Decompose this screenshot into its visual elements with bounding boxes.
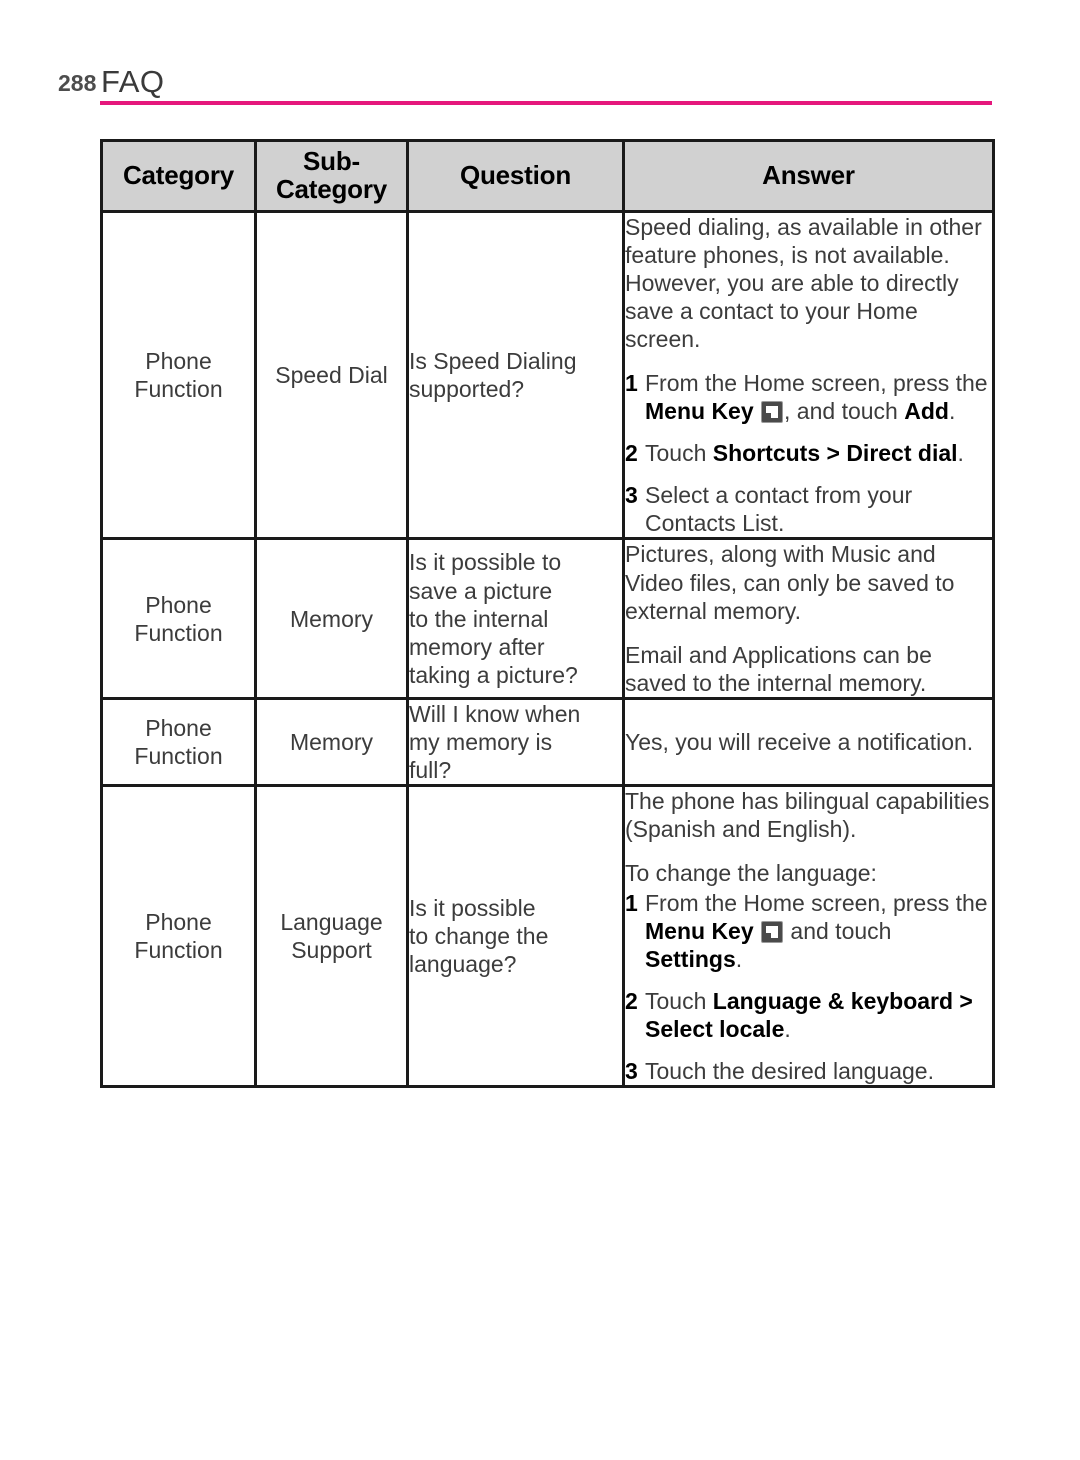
cell-category: Phone Function <box>100 209 257 541</box>
answer-step: 1 From the Home screen, press the Menu Ke… <box>625 369 992 425</box>
step-text-mid: and touch <box>784 918 892 945</box>
step-text-pre: Touch <box>645 988 713 1015</box>
step-number: 3 <box>625 1058 638 1085</box>
subcategory-label: Speed Dial <box>275 362 388 389</box>
answer-step: 1 From the Home screen, press the Menu Ke… <box>625 889 992 973</box>
answer-paragraph: Yes, you will receive a notification. <box>625 728 974 755</box>
step-bold-menu-key: Menu Key <box>645 918 754 945</box>
column-header-answer-label: Answer <box>762 160 855 191</box>
answer-step: 3 Touch the desired language. <box>625 1057 992 1085</box>
cell-answer: Pictures, along with Music and Video fil… <box>622 537 995 700</box>
menu-key-icon <box>761 401 784 424</box>
answer-paragraph: To change the language: <box>625 859 877 886</box>
cell-category: Phone Function <box>100 783 257 1089</box>
column-header-category: Category <box>100 139 257 213</box>
answer-step: 3 Select a contact from your Contacts Lis… <box>625 481 992 537</box>
category-line2: Function <box>134 742 223 769</box>
question-line2: save a picture <box>409 577 553 604</box>
category-line2: Function <box>134 376 223 403</box>
category-line2: Function <box>134 937 223 964</box>
step-number: 1 <box>625 370 638 397</box>
question-line4: memory after <box>409 633 545 660</box>
cell-question: Is it possible to save a picture to the … <box>406 537 625 700</box>
cell-answer: Speed dialing, as available in other fea… <box>622 209 995 541</box>
column-header-category-label: Category <box>122 160 235 191</box>
page-header: 288 FAQ <box>0 0 1080 110</box>
step-bold-menu-key: Menu Key <box>645 398 754 425</box>
table-row: Phone Function Language Support Is it po… <box>100 783 995 1089</box>
question-line2: to change the <box>409 923 549 950</box>
step-text-pre: Select a contact from your Contacts List… <box>645 482 913 537</box>
cell-subcategory: Memory <box>254 537 409 700</box>
category-line1: Phone <box>145 348 212 375</box>
cell-category: Phone Function <box>100 537 257 700</box>
subcategory-line1: Language <box>280 909 383 935</box>
cell-question: Is it possible to change the language? <box>406 783 625 1089</box>
answer-step: 2 Touch Shortcuts > Direct dial. <box>625 439 992 467</box>
question-line5: taking a picture? <box>409 661 578 688</box>
menu-key-icon <box>761 921 784 944</box>
cell-subcategory: Language Support <box>254 783 409 1089</box>
question-line3: to the internal <box>409 605 549 632</box>
step-bold-settings: Settings <box>645 946 736 973</box>
step-text-pre: From the Home screen, press the <box>645 889 988 916</box>
cell-answer: The phone has bilingual capabilities (Sp… <box>622 783 995 1089</box>
question-line1: Is it possible to <box>409 549 562 576</box>
column-header-subcategory: Sub- Category <box>254 139 409 213</box>
step-number: 2 <box>625 988 638 1015</box>
step-bold-shortcuts: Shortcuts > Direct dial <box>712 440 958 467</box>
step-text-pre: From the Home screen, press the <box>645 370 988 397</box>
column-header-question: Question <box>406 139 625 213</box>
question-line2: my memory is <box>409 728 553 755</box>
answer-intro: Speed dialing, as available in other fea… <box>625 214 982 353</box>
column-header-question-label: Question <box>459 160 572 191</box>
question-line2: supported? <box>409 376 525 403</box>
category-line2: Function <box>134 619 223 646</box>
cell-category: Phone Function <box>100 696 257 787</box>
step-number: 2 <box>625 440 638 467</box>
table-row: Phone Function Memory Is it possible to … <box>100 537 995 700</box>
answer-paragraph: Pictures, along with Music and Video fil… <box>625 541 955 624</box>
table-row: Phone Function Speed Dial Is Speed Diali… <box>100 209 995 541</box>
subcategory-label: Memory <box>289 728 374 755</box>
step-text-pre: Touch the desired language. <box>645 1058 934 1085</box>
answer-step: 2 Touch Language & keyboard > Select loca… <box>625 987 992 1043</box>
column-header-answer: Answer <box>622 139 995 213</box>
step-text-post: . <box>957 440 964 467</box>
question-line1: Is it possible <box>409 894 536 921</box>
column-header-subcategory-line1: Sub- <box>303 146 360 177</box>
step-text-pre: Touch <box>645 440 713 467</box>
step-number: 3 <box>625 482 638 509</box>
cell-question: Will I know when my memory is full? <box>406 696 625 787</box>
cell-question: Is Speed Dialing supported? <box>406 209 625 541</box>
category-line1: Phone <box>145 714 212 741</box>
subcategory-label: Memory <box>289 605 374 632</box>
subcategory-line2: Support <box>291 937 372 964</box>
cell-answer: Yes, you will receive a notification. <box>622 696 995 787</box>
question-line1: Will I know when <box>409 700 581 727</box>
category-line1: Phone <box>145 591 212 618</box>
table-header-row: Category Sub- Category Question Answer <box>100 139 995 213</box>
step-text-mid: , and touch <box>784 398 905 425</box>
question-line1: Is Speed Dialing <box>409 348 577 375</box>
step-text-post: . <box>948 398 956 425</box>
step-text-post: . <box>784 1016 791 1043</box>
answer-paragraph: The phone has bilingual capabilities (Sp… <box>625 787 990 842</box>
faq-table: Category Sub- Category Question Answer P… <box>100 139 995 1089</box>
cell-subcategory: Memory <box>254 696 409 787</box>
step-text-post: . <box>735 946 743 973</box>
header-accent-rule <box>100 101 992 105</box>
step-bold-add: Add <box>904 398 949 425</box>
category-line1: Phone <box>145 909 212 935</box>
column-header-subcategory-line2: Category <box>275 174 388 204</box>
page-number: 288 <box>58 70 97 96</box>
question-line3: full? <box>409 756 452 783</box>
table-row: Phone Function Memory Will I know when m… <box>100 696 995 787</box>
question-line3: language? <box>409 951 517 978</box>
answer-paragraph: Email and Applications can be saved to t… <box>625 641 932 696</box>
cell-subcategory: Speed Dial <box>254 209 409 541</box>
step-number: 1 <box>625 889 638 916</box>
page-title: FAQ <box>101 64 165 99</box>
